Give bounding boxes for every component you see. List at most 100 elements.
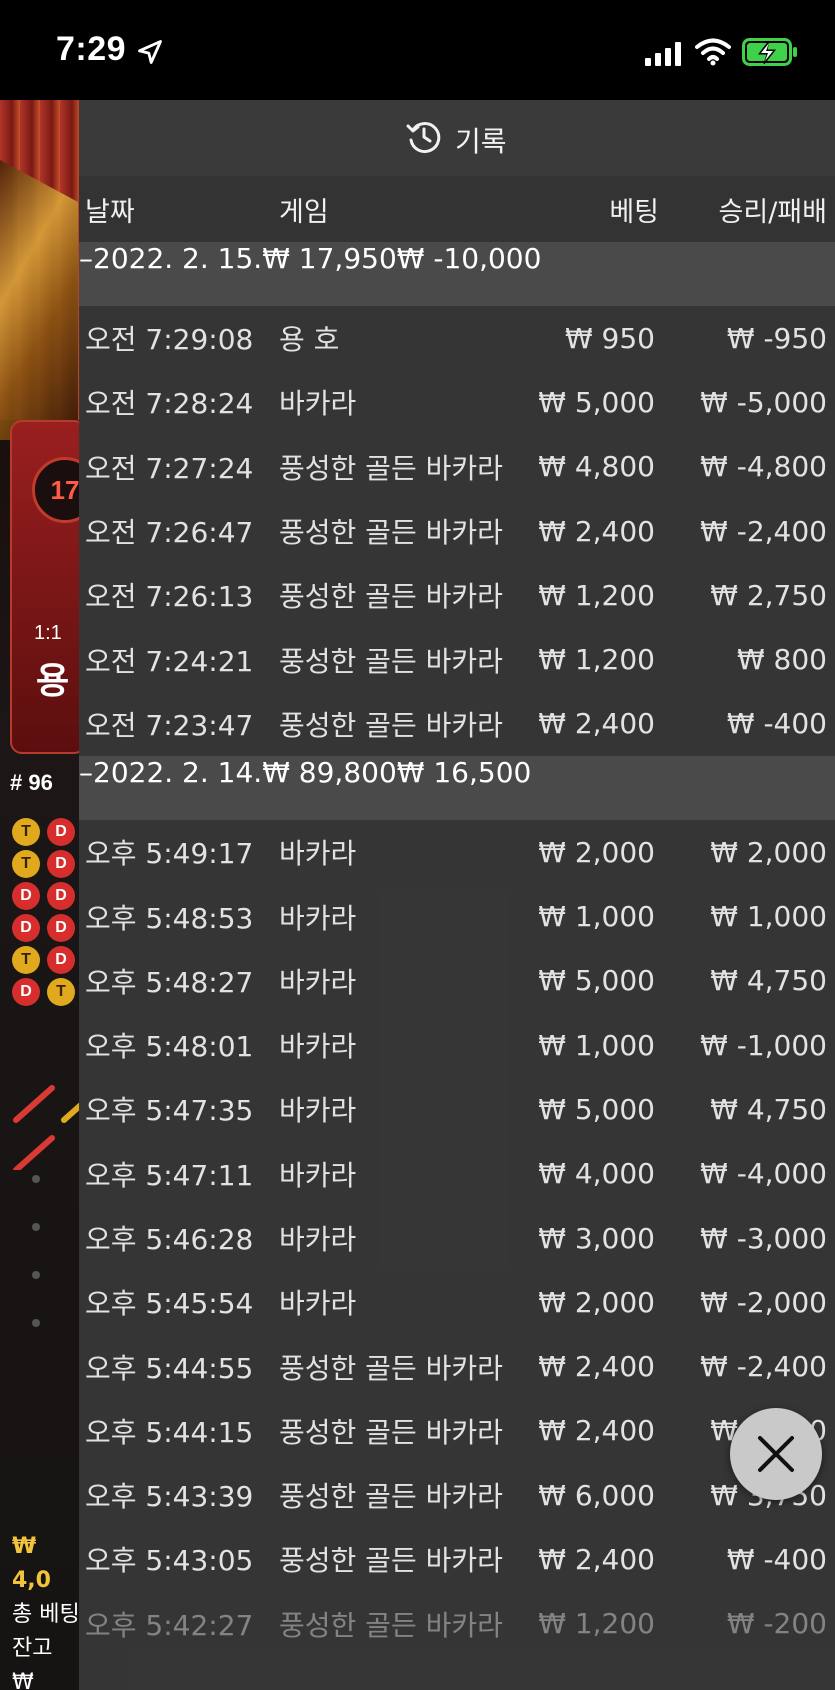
history-row[interactable]: 오후 5:43:39풍성한 골든 바카라₩ 6,000₩ 3,750 — [79, 1463, 835, 1527]
total-bet-label: 총 베팅 — [12, 1602, 80, 1627]
row-time: 오전 7:24:21 — [85, 644, 254, 678]
group-win-loss-total: ₩ -10,000 — [396, 242, 542, 275]
history-row[interactable]: 오후 5:47:11 바카라 ₩ 4,000 ₩ -4,000 — [79, 1142, 835, 1206]
row-bet: ₩ 5,000 — [538, 1092, 655, 1126]
row-game: 풍성한 골든 바카라 — [279, 451, 503, 485]
close-icon — [758, 1436, 794, 1472]
cellular-signal-icon — [645, 42, 681, 66]
date-group-row[interactable]: –2022. 2. 15.₩ 17,950₩ -10,000 — [79, 242, 835, 306]
history-row[interactable]: 오전 7:24:21 풍성한 골든 바카라 ₩ 1,200 ₩ 800 — [79, 627, 835, 691]
status-time: 7:29 — [56, 30, 127, 68]
row-bet: ₩ 2,400 — [538, 1414, 655, 1448]
bead-tiger: T — [12, 850, 40, 878]
bead-dragon: D — [12, 978, 40, 1006]
history-panel: 기록 날짜 게임 베팅 승리/패배 –2022. 2. 15.₩ 17,950₩… — [79, 100, 835, 1690]
row-game: 바카라 — [279, 387, 357, 421]
row-time: 오후 5:49:17 — [85, 837, 254, 871]
row-game: 바카라 — [279, 1287, 357, 1321]
row-win-loss: ₩ -950 — [726, 321, 827, 355]
row-bet: ₩ 6,000 — [538, 1478, 655, 1512]
row-win-loss: ₩ 1,000 — [710, 900, 827, 934]
history-row[interactable]: 오후 5:46:28 바카라 ₩ 3,000 ₩ -3,000 — [79, 1206, 835, 1270]
row-game: 풍성한 골든 바카라 — [279, 1608, 503, 1642]
dragon-bet-card[interactable]: 17 1:1 용 — [10, 420, 80, 754]
road-dots — [32, 1175, 40, 1367]
column-bet: 베팅 — [609, 196, 659, 228]
table-header: 날짜 게임 베팅 승리/패배 — [79, 176, 835, 242]
bead-dragon: D — [12, 914, 40, 942]
row-game: 바카라 — [279, 837, 357, 871]
row-bet: ₩ 3,000 — [538, 1221, 655, 1255]
history-row[interactable]: 오후 5:48:27 바카라 ₩ 5,000 ₩ 4,750 — [79, 949, 835, 1013]
date-group-row[interactable]: –2022. 2. 14.₩ 89,800₩ 16,500 — [79, 756, 835, 821]
history-row[interactable]: 오전 7:29:08 용 호 ₩ 950 ₩ -950 — [79, 306, 835, 370]
row-game: 풍성한 골든 바카라 — [279, 708, 503, 742]
row-game: 바카라 — [279, 901, 357, 935]
row-bet: ₩ 1,200 — [538, 578, 655, 612]
row-game: 바카라 — [279, 1158, 357, 1192]
row-game: 바카라 — [279, 965, 357, 999]
row-win-loss: ₩ 4,750 — [710, 1092, 827, 1126]
bead-road: TDTDDDDDTDDT — [12, 818, 79, 1006]
bead-dragon: D — [47, 946, 75, 974]
history-row[interactable]: 오후 5:48:53 바카라 ₩ 1,000 ₩ 1,000 — [79, 884, 835, 948]
row-win-loss: ₩ -2,000 — [700, 1285, 827, 1319]
bead-dragon: D — [12, 882, 40, 910]
history-row[interactable]: 오후 5:44:55 풍성한 골든 바카라 ₩ 2,400 ₩ -2,400 — [79, 1334, 835, 1398]
bet-amount: ₩ 4,0 — [12, 1534, 51, 1593]
row-bet: ₩ 1,000 — [538, 900, 655, 934]
row-win-loss: ₩ -4,800 — [700, 450, 827, 484]
row-time: 오전 7:29:08 — [85, 323, 254, 357]
bead-tiger: T — [12, 946, 40, 974]
row-bet: ₩ 5,000 — [538, 385, 655, 419]
row-win-loss: ₩ 800 — [736, 643, 827, 677]
history-row[interactable]: 오전 7:28:24 바카라 ₩ 5,000 ₩ -5,000 — [79, 370, 835, 434]
row-time: 오전 7:28:24 — [85, 387, 254, 421]
gold-decoration — [0, 160, 78, 440]
round-number: # 96 — [10, 770, 53, 795]
history-row[interactable]: 오후 5:49:17 바카라 ₩ 2,000 ₩ 2,000 — [79, 820, 835, 884]
history-row[interactable]: 오전 7:26:13 풍성한 골든 바카라 ₩ 1,200 ₩ 2,750 — [79, 563, 835, 627]
big-road-marks — [13, 1085, 80, 1170]
bead-tiger: T — [12, 818, 40, 846]
history-list[interactable]: –2022. 2. 15.₩ 17,950₩ -10,000 오전 7:29:08… — [79, 242, 835, 1656]
close-button[interactable] — [730, 1408, 822, 1500]
bead-tiger: T — [47, 978, 75, 1006]
history-row[interactable]: 오후 5:48:01 바카라 ₩ 1,000 ₩ -1,000 — [79, 1013, 835, 1077]
battery-charging-icon — [742, 38, 797, 66]
balance-info: ₩ 4,0 총 베팅 잔고 ₩ — [12, 1530, 80, 1690]
history-title: 기록 — [455, 125, 507, 158]
wifi-icon — [695, 38, 731, 66]
history-row[interactable]: 오전 7:27:24 풍성한 골든 바카라 ₩ 4,800 ₩ -4,800 — [79, 435, 835, 499]
group-date: –2022. 2. 14. — [79, 756, 263, 790]
status-bar: 7:29 — [0, 0, 835, 100]
row-time: 오후 5:44:55 — [85, 1351, 254, 1385]
history-row[interactable]: 오후 5:44:15풍성한 골든 바카라₩ 2,400₩ 1,200 — [79, 1399, 835, 1463]
row-time: 오전 7:27:24 — [85, 451, 254, 485]
history-clock-icon — [406, 122, 441, 154]
history-row[interactable]: 오후 5:42:27 풍성한 골든 바카라 ₩ 1,200 ₩ -200 — [79, 1592, 835, 1656]
row-time: 오후 5:47:11 — [85, 1158, 254, 1192]
row-bet: ₩ 4,800 — [538, 450, 655, 484]
row-win-loss: ₩ -2,400 — [700, 1350, 827, 1384]
row-win-loss: ₩ -3,000 — [700, 1221, 827, 1255]
row-bet: ₩ 2,000 — [538, 835, 655, 869]
row-time: 오후 5:45:54 — [85, 1287, 254, 1321]
history-row[interactable]: 오후 5:47:35 바카라 ₩ 5,000 ₩ 4,750 — [79, 1077, 835, 1141]
row-time: 오후 5:43:05 — [85, 1544, 254, 1578]
row-time: 오후 5:43:39 — [85, 1480, 254, 1514]
group-bet-total: ₩ 17,950 — [262, 242, 397, 275]
bead-dragon: D — [47, 914, 75, 942]
group-date: –2022. 2. 15. — [79, 242, 263, 275]
history-row[interactable]: 오후 5:45:54 바카라 ₩ 2,000 ₩ -2,000 — [79, 1270, 835, 1334]
history-row[interactable]: 오전 7:23:47 풍성한 골든 바카라 ₩ 2,400 ₩ -400 — [79, 692, 835, 756]
round-badge: 17 — [32, 457, 80, 523]
row-win-loss: ₩ -400 — [726, 1542, 827, 1576]
row-win-loss: ₩ 2,750 — [710, 578, 827, 612]
row-bet: ₩ 2,400 — [538, 514, 655, 548]
row-game: 바카라 — [279, 1030, 357, 1064]
history-row[interactable]: 오후 5:43:05 풍성한 골든 바카라 ₩ 2,400 ₩ -400 — [79, 1527, 835, 1591]
row-game: 풍성한 골든 바카라 — [279, 516, 503, 550]
row-bet: ₩ 4,000 — [538, 1157, 655, 1191]
history-row[interactable]: 오전 7:26:47 풍성한 골든 바카라 ₩ 2,400 ₩ -2,400 — [79, 499, 835, 563]
